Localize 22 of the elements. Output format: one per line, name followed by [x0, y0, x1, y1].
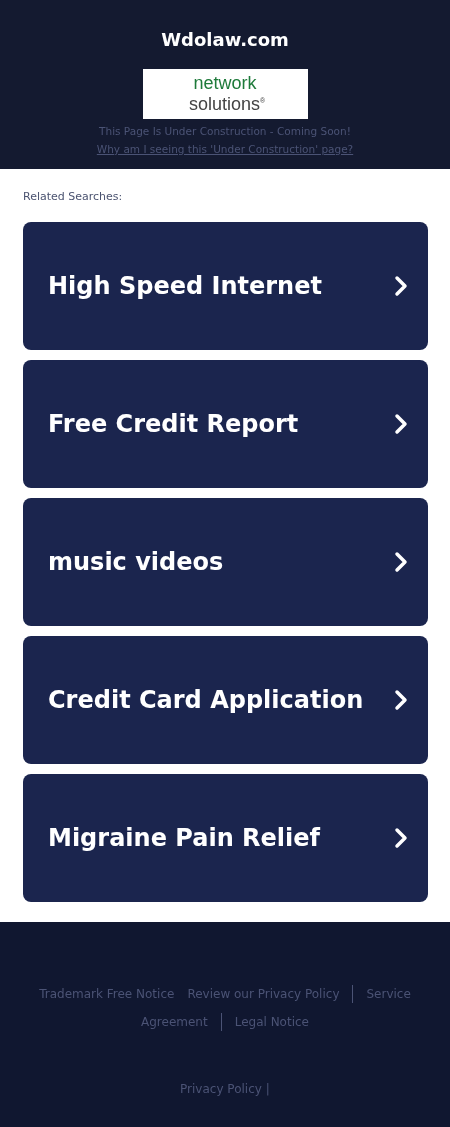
- footer-link[interactable]: Review our Privacy Policy: [187, 980, 340, 1008]
- chevron-icon: [394, 413, 408, 435]
- search-link[interactable]: Credit Card Application: [23, 636, 428, 764]
- section-heading: Related Searches:: [23, 190, 124, 204]
- logo-text: network: [193, 75, 257, 92]
- chevron-icon: [394, 827, 408, 849]
- logo-text: solutions$^{®}$: [188, 93, 266, 113]
- site-title: Wdolaw.com: [161, 28, 289, 52]
- separator-text: |: [265, 1082, 270, 1096]
- footer-link[interactable]: Legal Notice: [234, 1008, 309, 1036]
- footer-link[interactable]: Privacy Policy: [180, 1082, 262, 1096]
- chevron-icon: [394, 551, 408, 573]
- chevron-icon: [394, 275, 408, 297]
- notice-text: This Page Is Under Construction - Coming Soon!: [99, 124, 351, 138]
- search-link[interactable]: Migraine Pain Relief: [23, 774, 428, 902]
- footer-link[interactable]: Trademark Free Notice: [39, 980, 175, 1008]
- footer-link[interactable]: Agreement: [141, 1008, 208, 1036]
- search-link[interactable]: Free Credit Report: [23, 360, 428, 488]
- chevron-icon: [394, 689, 408, 711]
- search-link[interactable]: High Speed Internet: [23, 222, 428, 350]
- search-link[interactable]: music videos: [23, 498, 428, 626]
- footer-link[interactable]: Service: [366, 980, 411, 1008]
